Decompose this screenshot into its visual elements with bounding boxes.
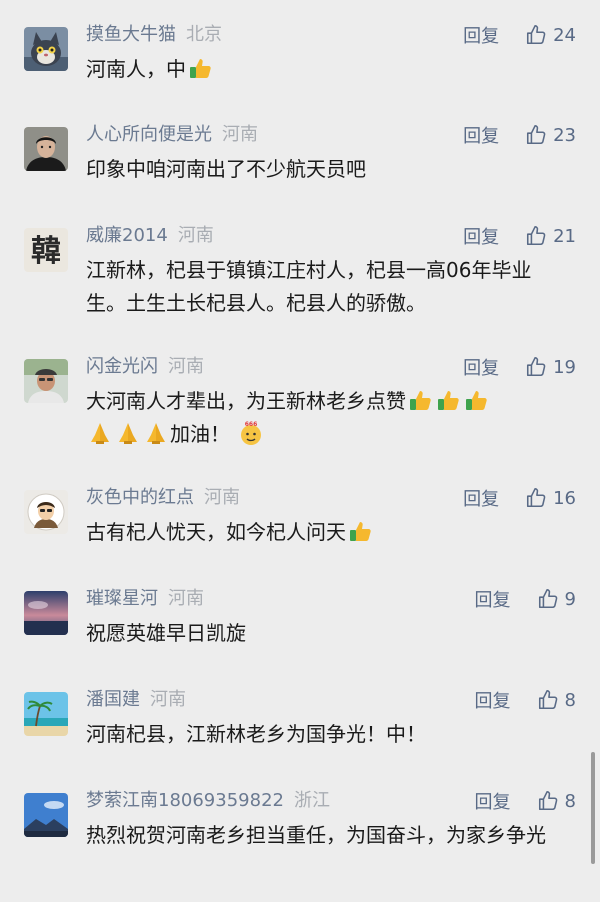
thumbs-up-emoji-icon <box>435 387 461 413</box>
awesome-666-emoji-icon: 666 <box>238 420 264 446</box>
username[interactable]: 梦萦江南18069359822 <box>86 790 284 811</box>
like-count: 8 <box>564 790 576 812</box>
username[interactable]: 人心所向便是光 <box>86 124 212 145</box>
thumbs-up-icon[interactable] <box>537 588 559 610</box>
thumbs-up-emoji-icon <box>187 55 213 81</box>
username[interactable]: 威廉2014 <box>86 225 168 246</box>
like-count: 23 <box>553 124 576 146</box>
thumbs-up-icon[interactable] <box>525 356 547 378</box>
comment-text: 印象中咱河南出了不少航天员吧 <box>86 157 366 181</box>
username[interactable]: 潘国建 <box>86 689 140 710</box>
thumbs-up-icon[interactable] <box>525 124 547 146</box>
praying-hands-emoji-icon <box>87 420 113 446</box>
location-label: 河南 <box>177 225 214 246</box>
thumbs-up-icon[interactable] <box>537 689 559 711</box>
avatar[interactable] <box>24 793 68 837</box>
thumbs-up-icon[interactable] <box>525 487 547 509</box>
comment-text: 古有杞人忧天，如今杞人问天 <box>86 516 566 549</box>
reply-button[interactable]: 回复 <box>463 485 499 511</box>
reply-button[interactable]: 回复 <box>475 788 511 814</box>
reply-button[interactable]: 回复 <box>463 354 499 380</box>
calligraphy-han-avatar-icon: 韓 <box>24 228 68 272</box>
thumbs-up-emoji-icon <box>347 518 373 544</box>
thumbs-up-emoji-icon <box>463 387 489 413</box>
avatar[interactable] <box>24 27 68 71</box>
username[interactable]: 摸鱼大牛猫 <box>86 24 176 45</box>
cartoon-person-avatar-icon <box>24 490 68 534</box>
avatar[interactable] <box>24 127 68 171</box>
location-label: 河南 <box>204 487 240 508</box>
comment-text: 大河南人才辈出，为王新林老乡点赞 加油！ 666 <box>86 385 566 451</box>
like-count: 8 <box>564 689 576 711</box>
location-label: 浙江 <box>293 790 330 811</box>
like-count: 21 <box>553 225 576 247</box>
comment-text: 热烈祝贺河南老乡担当重任，为国奋斗，为家乡争光 <box>86 823 546 847</box>
reply-button[interactable]: 回复 <box>463 122 499 148</box>
username[interactable]: 璀璨星河 <box>86 588 158 609</box>
comment-text: 河南人，中 <box>86 53 566 86</box>
location-label: 北京 <box>186 24 222 45</box>
location-label: 河南 <box>150 689 186 710</box>
reply-button[interactable]: 回复 <box>475 586 511 612</box>
svg-text:666: 666 <box>245 421 258 428</box>
avatar[interactable] <box>24 359 68 403</box>
beach-palm-avatar-icon <box>24 692 68 736</box>
like-count: 9 <box>564 588 576 610</box>
avatar[interactable] <box>24 490 68 534</box>
like-count: 16 <box>553 487 576 509</box>
thumbs-up-emoji-icon <box>407 387 433 413</box>
avatar[interactable] <box>24 692 68 736</box>
comment-text: 祝愿英雄早日凯旋 <box>86 621 246 645</box>
blue-sky-landscape-avatar-icon <box>24 793 68 837</box>
avatar[interactable] <box>24 591 68 635</box>
like-count: 19 <box>553 356 576 378</box>
thumbs-up-icon[interactable] <box>525 24 547 46</box>
location-label: 河南 <box>222 124 258 145</box>
praying-hands-emoji-icon <box>115 420 141 446</box>
praying-hands-emoji-icon <box>143 420 169 446</box>
like-count: 24 <box>553 24 576 46</box>
location-label: 河南 <box>168 588 204 609</box>
sunset-sky-avatar-icon <box>24 591 68 635</box>
reply-button[interactable]: 回复 <box>475 687 511 713</box>
reply-button[interactable]: 回复 <box>463 223 499 249</box>
comment-text: 江新林，杞县于镇镇江庄村人，杞县一高06年毕业生。土生土长杞县人。杞县人的骄傲。 <box>86 258 532 315</box>
reply-button[interactable]: 回复 <box>463 22 499 48</box>
svg-text:韓: 韓 <box>31 234 61 269</box>
man-portrait-avatar-icon <box>24 127 68 171</box>
thumbs-up-icon[interactable] <box>525 225 547 247</box>
comment-text: 河南杞县，江新林老乡为国争光！中！ <box>86 722 426 746</box>
username[interactable]: 灰色中的红点 <box>86 487 194 508</box>
cartoon-cat-avatar-icon <box>24 27 68 71</box>
scrollbar[interactable] <box>591 752 595 864</box>
elderly-man-photo-avatar-icon <box>24 359 68 403</box>
avatar[interactable]: 韓 <box>24 228 68 272</box>
username[interactable]: 闪金光闪 <box>86 356 158 377</box>
thumbs-up-icon[interactable] <box>537 790 559 812</box>
location-label: 河南 <box>168 356 204 377</box>
